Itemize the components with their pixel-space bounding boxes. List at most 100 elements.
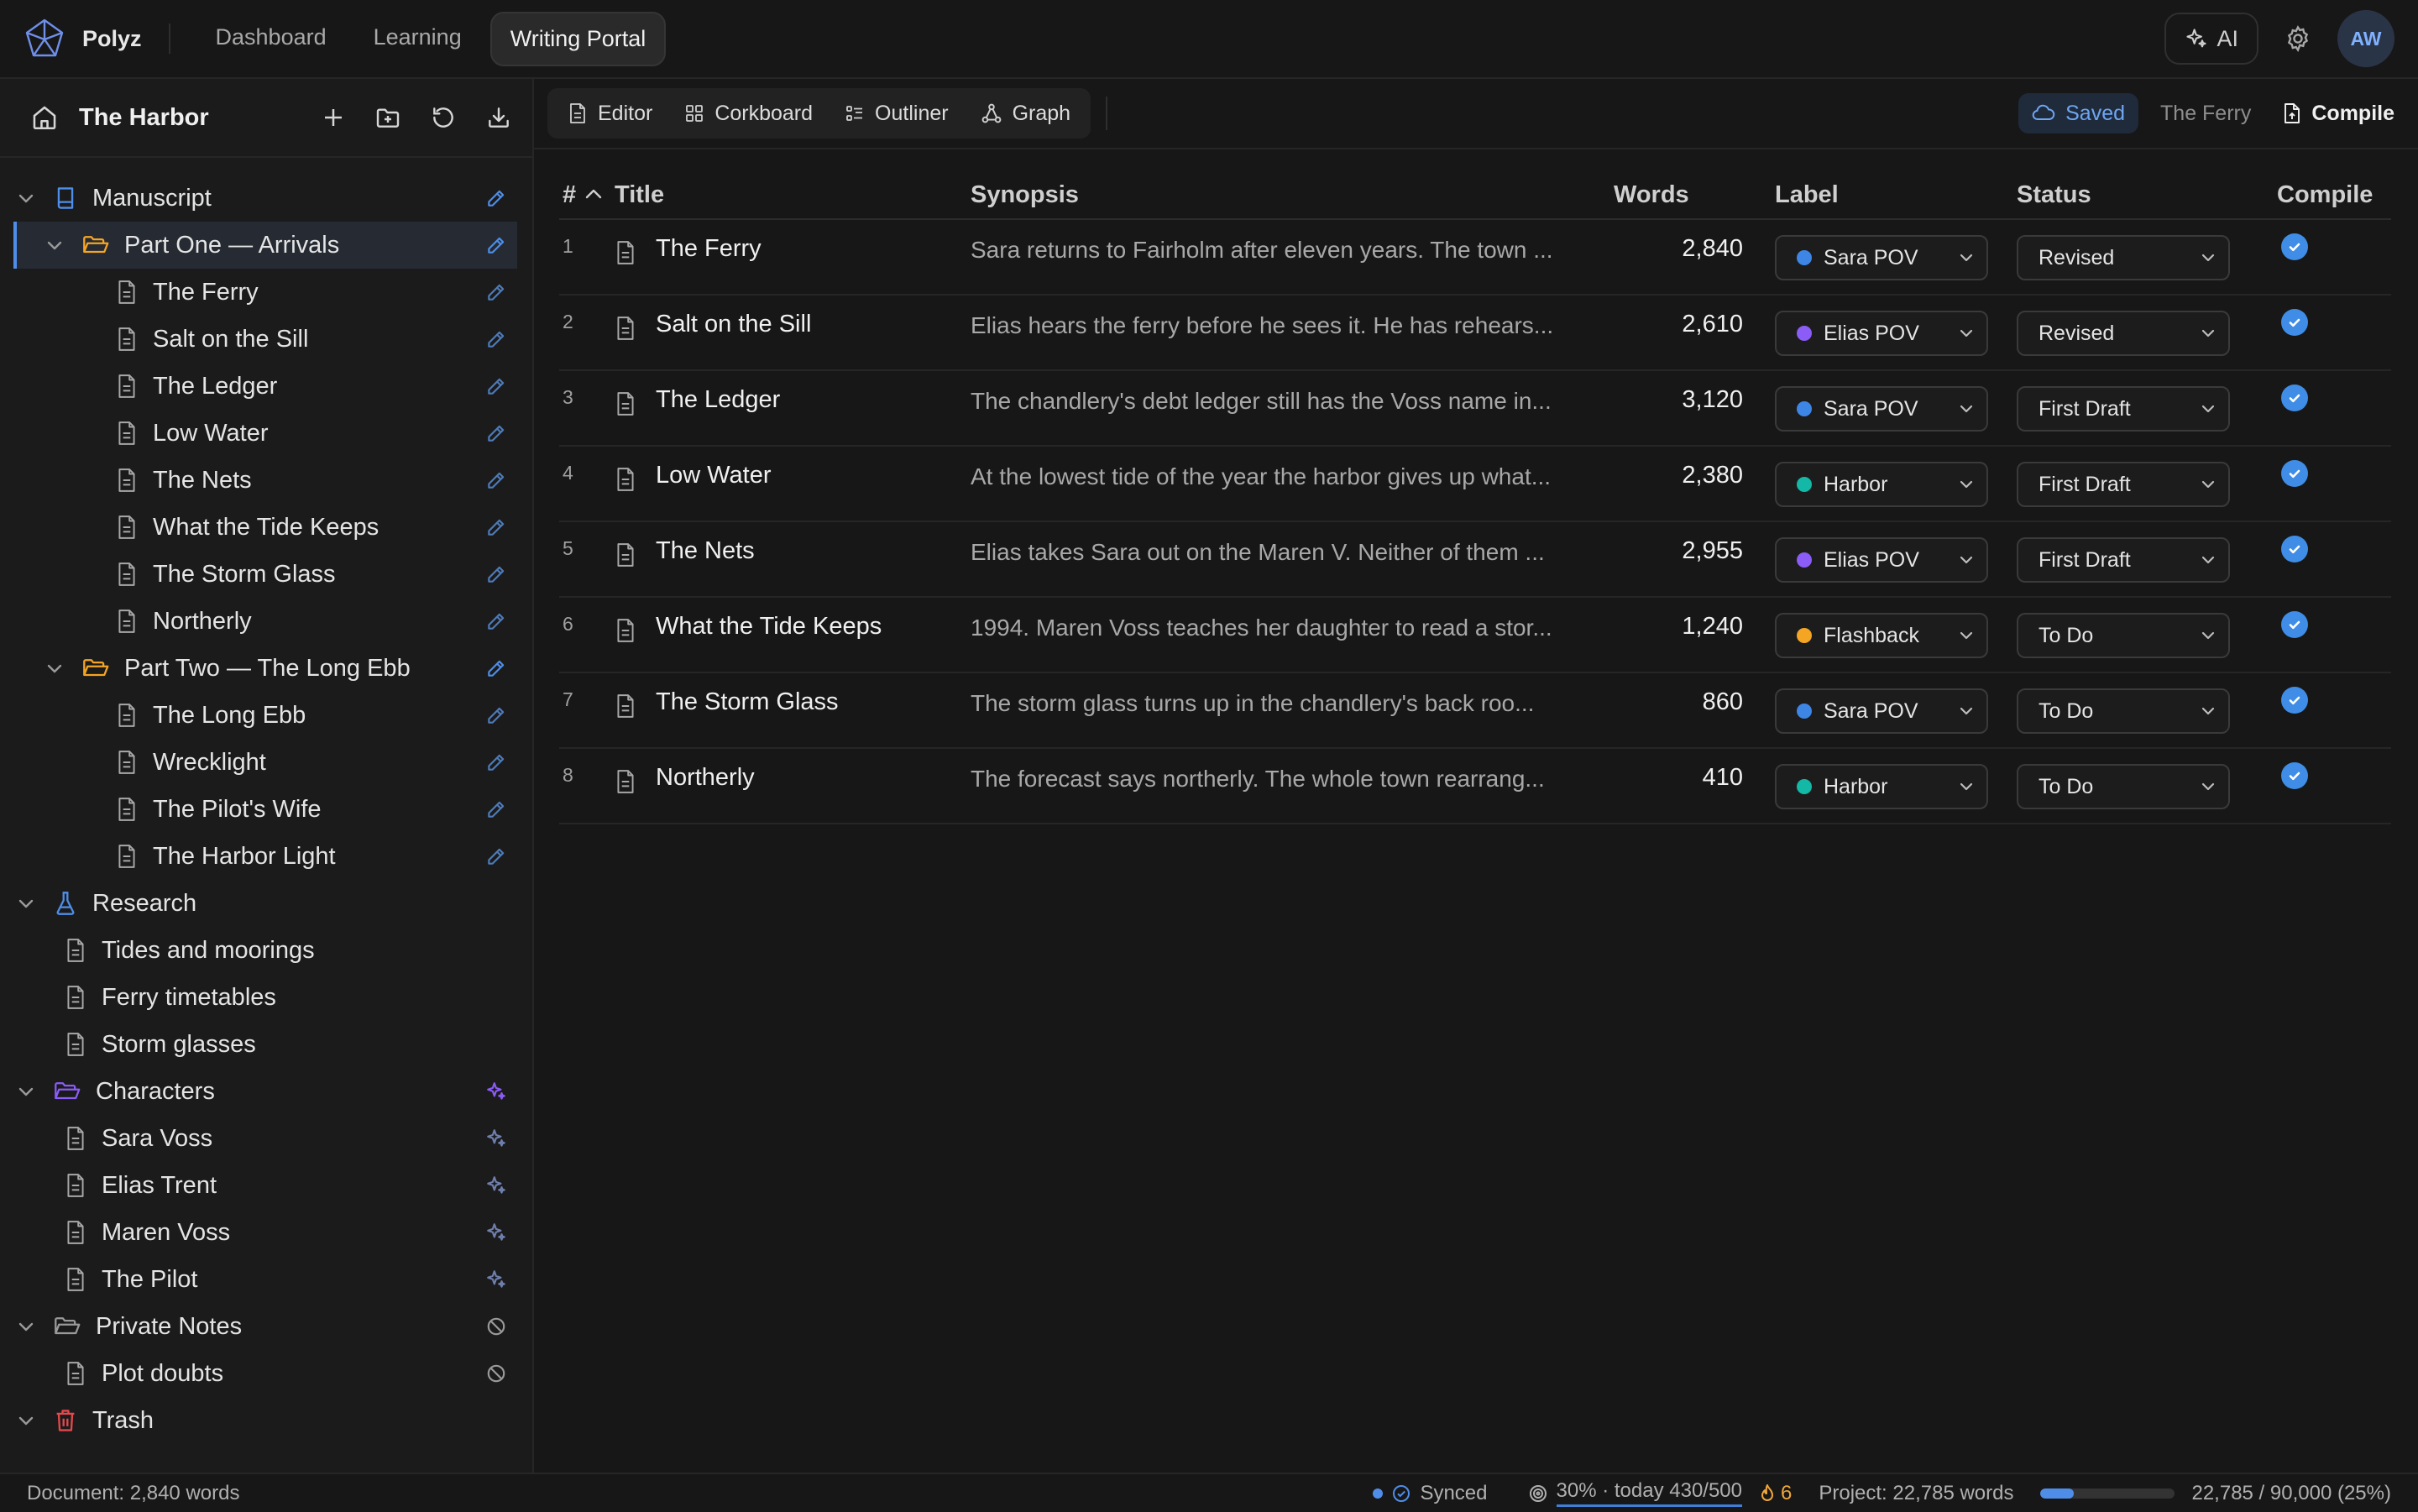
history-icon[interactable] (430, 104, 457, 131)
table-row[interactable]: 8 Northerly The forecast says northerly. T… (559, 749, 2391, 824)
row-synopsis[interactable]: 1994. Maren Voss teaches her daughter to… (971, 615, 1585, 641)
sparkle-icon[interactable] (485, 1269, 507, 1290)
status-select[interactable]: To Do (2017, 764, 2230, 809)
table-row[interactable]: 2 Salt on the Sill Elias hears the ferry b… (559, 296, 2391, 371)
nav-tab-dashboard[interactable]: Dashboard (197, 12, 345, 66)
column-header-label[interactable]: Label (1775, 181, 1839, 209)
row-title[interactable]: The Ferry (656, 235, 762, 263)
pencil-icon[interactable] (485, 234, 507, 256)
row-synopsis[interactable]: The chandlery's debt ledger still has th… (971, 388, 1585, 415)
row-title[interactable]: The Ledger (656, 386, 780, 414)
ban-icon[interactable] (485, 1316, 507, 1337)
label-select[interactable]: Sara POV (1775, 235, 1988, 280)
row-title[interactable]: What the Tide Keeps (656, 613, 882, 641)
pencil-icon[interactable] (485, 798, 507, 820)
sparkle-icon[interactable] (485, 1175, 507, 1196)
pencil-icon[interactable] (485, 704, 507, 726)
tree-item-the-pilot-s-wife[interactable]: The Pilot's Wife (0, 786, 532, 833)
tree-item-wrecklight[interactable]: Wrecklight (0, 739, 532, 786)
label-select[interactable]: Sara POV (1775, 386, 1988, 432)
column-header-synopsis[interactable]: Synopsis (971, 181, 1079, 209)
chevron-down-icon[interactable] (15, 192, 37, 204)
tree-item-the-long-ebb[interactable]: The Long Ebb (0, 692, 532, 739)
label-select[interactable]: Flashback (1775, 613, 1988, 658)
status-select[interactable]: Revised (2017, 311, 2230, 356)
view-tab-corkboard[interactable]: Corkboard (671, 93, 826, 133)
table-row[interactable]: 1 The Ferry Sara returns to Fairholm after… (559, 220, 2391, 296)
sort-ascending-icon[interactable] (584, 188, 603, 200)
status-select[interactable]: Revised (2017, 235, 2230, 280)
compile-checkbox[interactable] (2281, 536, 2308, 562)
tree-item-ferry-timetables[interactable]: Ferry timetables (0, 974, 532, 1021)
compile-checkbox[interactable] (2281, 687, 2308, 714)
pencil-icon[interactable] (485, 281, 507, 303)
ban-icon[interactable] (485, 1363, 507, 1384)
chevron-down-icon[interactable] (15, 1086, 37, 1097)
pencil-icon[interactable] (485, 375, 507, 397)
compile-checkbox[interactable] (2281, 460, 2308, 487)
pencil-icon[interactable] (485, 563, 507, 585)
compile-checkbox[interactable] (2281, 309, 2308, 336)
table-row[interactable]: 6 What the Tide Keeps 1994. Maren Voss tea… (559, 598, 2391, 673)
row-title[interactable]: Low Water (656, 462, 772, 489)
compile-checkbox[interactable] (2281, 611, 2308, 638)
daily-goal[interactable]: 30% · today 430/500 (1528, 1479, 1742, 1507)
compile-button[interactable]: Compile (2273, 102, 2405, 126)
brand-name[interactable]: Polyz (82, 26, 142, 52)
pencil-icon[interactable] (485, 469, 507, 491)
status-select[interactable]: First Draft (2017, 386, 2230, 432)
gear-icon[interactable] (2284, 24, 2312, 53)
tree-item-elias-trent[interactable]: Elias Trent (0, 1162, 532, 1209)
view-tab-editor[interactable]: Editor (554, 93, 666, 133)
row-synopsis[interactable]: The storm glass turns up in the chandler… (971, 690, 1585, 717)
row-title[interactable]: The Nets (656, 537, 755, 565)
chevron-down-icon[interactable] (15, 897, 37, 909)
sparkle-icon[interactable] (485, 1080, 507, 1102)
tree-item-sara-voss[interactable]: Sara Voss (0, 1115, 532, 1162)
sparkle-icon[interactable] (485, 1127, 507, 1149)
tree-item-the-nets[interactable]: The Nets (0, 457, 532, 504)
tree-item-the-pilot[interactable]: The Pilot (0, 1256, 532, 1303)
pencil-icon[interactable] (485, 187, 507, 209)
pencil-icon[interactable] (485, 751, 507, 773)
row-title[interactable]: The Storm Glass (656, 688, 839, 716)
user-avatar[interactable]: AW (2337, 10, 2394, 67)
row-title[interactable]: Northerly (656, 764, 755, 792)
row-synopsis[interactable]: Sara returns to Fairholm after eleven ye… (971, 237, 1585, 264)
tree-item-characters[interactable]: Characters (0, 1068, 532, 1115)
compile-checkbox[interactable] (2281, 233, 2308, 260)
pencil-icon[interactable] (485, 657, 507, 679)
nav-tab-learning[interactable]: Learning (355, 12, 480, 66)
column-header-title[interactable]: Title (615, 181, 664, 209)
status-select[interactable]: To Do (2017, 688, 2230, 734)
tree-item-northerly[interactable]: Northerly (0, 598, 532, 645)
tree-item-manuscript[interactable]: Manuscript (0, 175, 532, 222)
pencil-icon[interactable] (485, 845, 507, 867)
status-select[interactable]: First Draft (2017, 537, 2230, 583)
table-row[interactable]: 5 The Nets Elias takes Sara out on the Mar… (559, 522, 2391, 598)
tree-item-plot-doubts[interactable]: Plot doubts (0, 1350, 532, 1397)
tree-item-the-harbor-light[interactable]: The Harbor Light (0, 833, 532, 880)
tree-item-the-storm-glass[interactable]: The Storm Glass (0, 551, 532, 598)
pencil-icon[interactable] (485, 328, 507, 350)
pencil-icon[interactable] (485, 516, 507, 538)
column-header-number[interactable]: # (563, 181, 576, 209)
label-select[interactable]: Elias POV (1775, 311, 1988, 356)
current-document-crumb[interactable]: The Ferry (2150, 102, 2261, 126)
download-icon[interactable] (485, 104, 512, 131)
tree-item-salt-on-the-sill[interactable]: Salt on the Sill (0, 316, 532, 363)
tree-item-the-ledger[interactable]: The Ledger (0, 363, 532, 410)
view-tab-graph[interactable]: Graph (967, 93, 1084, 133)
chevron-down-icon[interactable] (44, 662, 65, 674)
chevron-down-icon[interactable] (15, 1321, 37, 1332)
sparkle-icon[interactable] (485, 1222, 507, 1243)
label-select[interactable]: Harbor (1775, 462, 1988, 507)
compile-checkbox[interactable] (2281, 385, 2308, 411)
tree-item-what-the-tide-keeps[interactable]: What the Tide Keeps (0, 504, 532, 551)
label-select[interactable]: Sara POV (1775, 688, 1988, 734)
table-row[interactable]: 4 Low Water At the lowest tide of the year… (559, 447, 2391, 522)
compile-checkbox[interactable] (2281, 762, 2308, 789)
pencil-icon[interactable] (485, 422, 507, 444)
chevron-down-icon[interactable] (44, 239, 65, 251)
table-row[interactable]: 3 The Ledger The chandlery's debt ledger s… (559, 371, 2391, 447)
